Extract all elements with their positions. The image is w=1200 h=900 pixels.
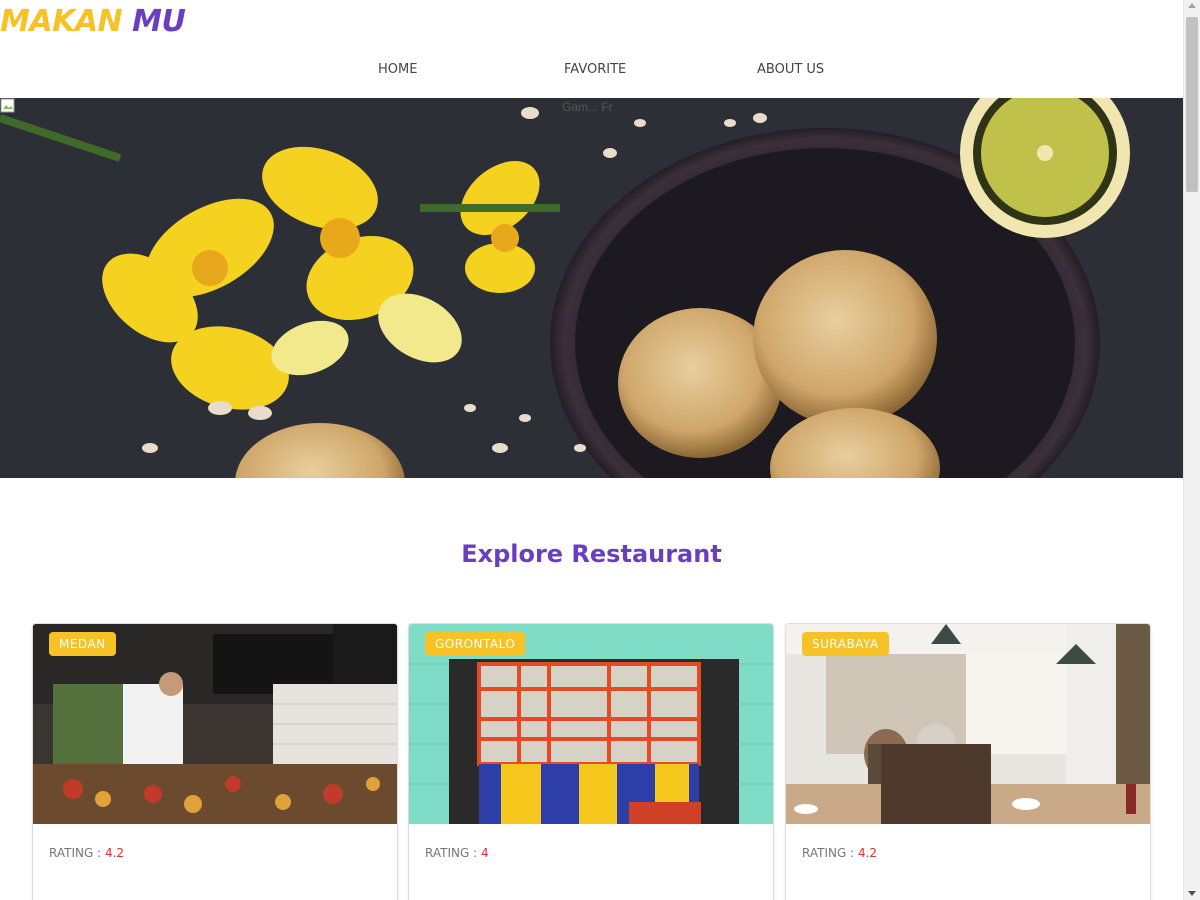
rating-text: RATING : 4	[425, 846, 489, 860]
restaurant-card[interactable]: GORONTALO RATING : 4	[408, 623, 774, 900]
city-badge: MEDAN	[49, 632, 116, 656]
restaurant-card[interactable]: SURABAYA RATING : 4.2	[785, 623, 1151, 900]
nav-home[interactable]: HOME	[378, 62, 417, 77]
scroll-up-arrow-icon[interactable]	[1188, 3, 1196, 8]
site-logo[interactable]: MAKAN MU	[0, 4, 186, 39]
scrollbar-thumb[interactable]	[1186, 17, 1198, 192]
city-badge: SURABAYA	[802, 632, 889, 656]
rating-value: 4.2	[104, 846, 125, 860]
rating-value: 4.2	[857, 846, 878, 860]
rating-value: 4	[480, 846, 489, 860]
restaurant-card[interactable]: MEDAN RATING : 4.2	[32, 623, 398, 900]
rating-label: RATING :	[425, 846, 478, 860]
scroll-down-arrow-icon[interactable]	[1188, 891, 1196, 896]
main-nav: HOME FAVORITE ABOUT US	[0, 62, 1183, 82]
logo-text-mu: MU	[132, 4, 186, 39]
broken-image-icon	[0, 98, 15, 113]
city-badge: GORONTALO	[425, 632, 526, 656]
section-title: Explore Restaurant	[461, 540, 722, 568]
site-header: MAKAN MU HOME FAVORITE ABOUT US	[0, 0, 1183, 98]
nav-about-us[interactable]: ABOUT US	[757, 62, 824, 77]
rating-text: RATING : 4.2	[802, 846, 877, 860]
vertical-scrollbar[interactable]	[1183, 0, 1200, 900]
hero-food-illustration	[0, 98, 1183, 478]
hero-alt-text: Gam... Fr	[562, 100, 613, 114]
rating-label: RATING :	[49, 846, 102, 860]
logo-text-makan: MAKAN	[0, 4, 123, 39]
hero-image: Gam... Fr	[0, 98, 1183, 478]
nav-favorite[interactable]: FAVORITE	[564, 62, 626, 77]
rating-text: RATING : 4.2	[49, 846, 124, 860]
rating-label: RATING :	[802, 846, 855, 860]
